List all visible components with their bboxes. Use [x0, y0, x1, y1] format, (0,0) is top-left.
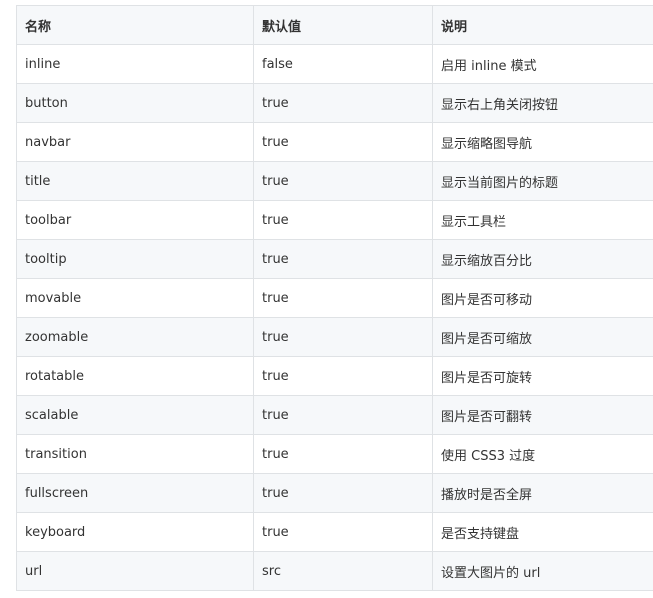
table-row: zoomable true 图片是否可缩放 — [16, 317, 653, 357]
option-name-cell: rotatable — [16, 356, 254, 396]
description-cell: 启用 inline 模式 — [432, 44, 653, 84]
description-cell: 显示右上角关闭按钮 — [432, 83, 653, 123]
header-default-value: 默认值 — [253, 5, 433, 45]
default-value-cell: true — [253, 239, 433, 279]
option-name-cell: transition — [16, 434, 254, 474]
option-name-cell: url — [16, 551, 254, 591]
description-cell: 图片是否可翻转 — [432, 395, 653, 435]
table-row: toolbar true 显示工具栏 — [16, 200, 653, 240]
option-name-cell: inline — [16, 44, 254, 84]
option-name-cell: movable — [16, 278, 254, 318]
description-cell: 播放时是否全屏 — [432, 473, 653, 513]
description-cell: 显示工具栏 — [432, 200, 653, 240]
header-name: 名称 — [16, 5, 254, 45]
default-value-cell: false — [253, 44, 433, 84]
header-description: 说明 — [432, 5, 653, 45]
default-value-cell: src — [253, 551, 433, 591]
table-row: tooltip true 显示缩放百分比 — [16, 239, 653, 279]
default-value-cell: true — [253, 473, 433, 513]
description-cell: 设置大图片的 url — [432, 551, 653, 591]
table-row: transition true 使用 CSS3 过度 — [16, 434, 653, 474]
options-table-container: 名称 默认值 说明 inline false 启用 inline 模式 butt… — [16, 5, 653, 591]
default-value-cell: true — [253, 434, 433, 474]
description-cell: 图片是否可移动 — [432, 278, 653, 318]
option-name-cell: scalable — [16, 395, 254, 435]
default-value-cell: true — [253, 356, 433, 396]
table-row: scalable true 图片是否可翻转 — [16, 395, 653, 435]
option-name-cell: button — [16, 83, 254, 123]
table-header-row: 名称 默认值 说明 — [16, 5, 653, 45]
table-row: keyboard true 是否支持键盘 — [16, 512, 653, 552]
default-value-cell: true — [253, 395, 433, 435]
table-row: fullscreen true 播放时是否全屏 — [16, 473, 653, 513]
option-name-cell: navbar — [16, 122, 254, 162]
table-row: navbar true 显示缩略图导航 — [16, 122, 653, 162]
description-cell: 显示当前图片的标题 — [432, 161, 653, 201]
options-table: 名称 默认值 说明 inline false 启用 inline 模式 butt… — [16, 5, 653, 591]
table-row: button true 显示右上角关闭按钮 — [16, 83, 653, 123]
table-row: inline false 启用 inline 模式 — [16, 44, 653, 84]
description-cell: 是否支持键盘 — [432, 512, 653, 552]
table-row: rotatable true 图片是否可旋转 — [16, 356, 653, 396]
description-cell: 使用 CSS3 过度 — [432, 434, 653, 474]
description-cell: 显示缩略图导航 — [432, 122, 653, 162]
option-name-cell: zoomable — [16, 317, 254, 357]
description-cell: 图片是否可旋转 — [432, 356, 653, 396]
default-value-cell: true — [253, 122, 433, 162]
option-name-cell: fullscreen — [16, 473, 254, 513]
default-value-cell: true — [253, 83, 433, 123]
default-value-cell: true — [253, 278, 433, 318]
default-value-cell: true — [253, 512, 433, 552]
table-row: title true 显示当前图片的标题 — [16, 161, 653, 201]
option-name-cell: title — [16, 161, 254, 201]
table-row: url src 设置大图片的 url — [16, 551, 653, 591]
default-value-cell: true — [253, 317, 433, 357]
option-name-cell: tooltip — [16, 239, 254, 279]
default-value-cell: true — [253, 161, 433, 201]
description-cell: 显示缩放百分比 — [432, 239, 653, 279]
default-value-cell: true — [253, 200, 433, 240]
option-name-cell: toolbar — [16, 200, 254, 240]
option-name-cell: keyboard — [16, 512, 254, 552]
description-cell: 图片是否可缩放 — [432, 317, 653, 357]
table-row: movable true 图片是否可移动 — [16, 278, 653, 318]
